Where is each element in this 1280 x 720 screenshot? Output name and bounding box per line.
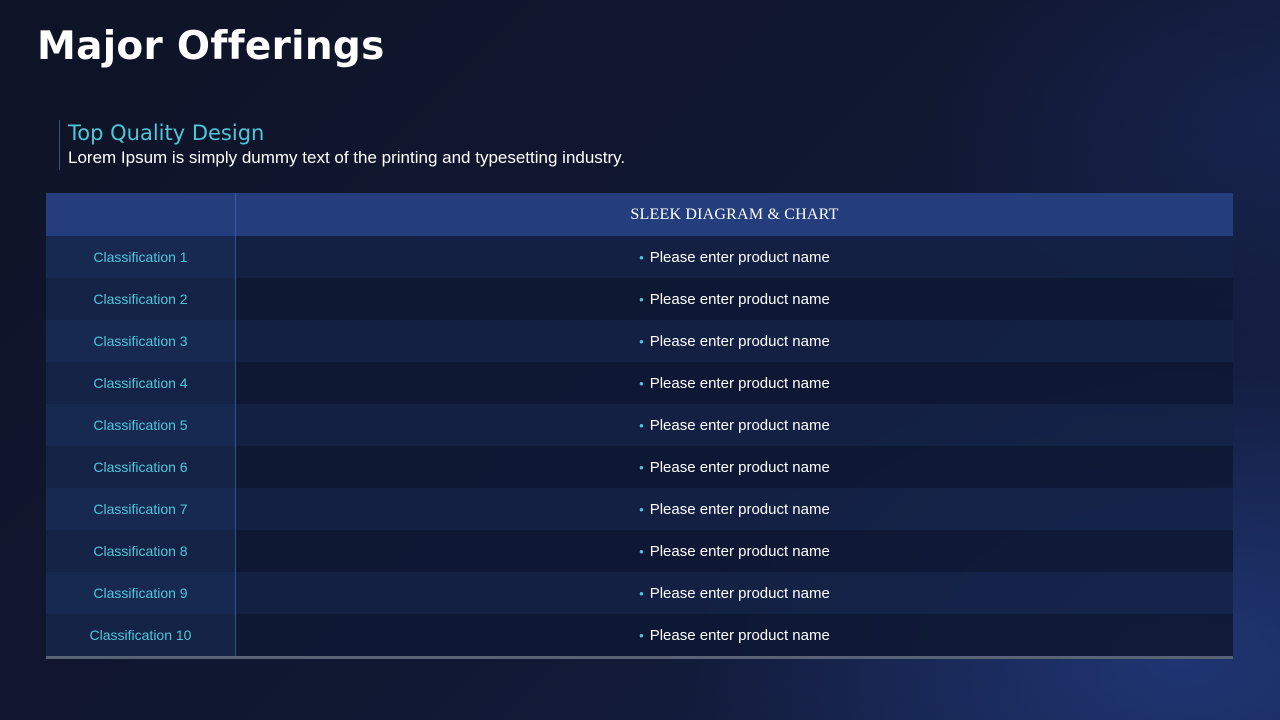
product-cell: • Please enter product name: [235, 488, 1233, 530]
product-name: Please enter product name: [649, 542, 830, 560]
table-header-corner: [46, 193, 236, 236]
classification-cell: Classification 1: [46, 236, 236, 278]
bullet-icon: •: [639, 543, 644, 559]
product-cell: • Please enter product name: [235, 362, 1233, 404]
classification-cell: Classification 10: [46, 614, 236, 658]
bullet-icon: •: [639, 375, 644, 391]
product-cell: • Please enter product name: [235, 278, 1233, 320]
product-name: Please enter product name: [649, 626, 830, 644]
table-row: Classification 10 • Please enter product …: [46, 614, 1233, 658]
classification-cell: Classification 3: [46, 320, 236, 362]
bullet-icon: •: [639, 627, 644, 643]
classification-cell: Classification 4: [46, 362, 236, 404]
table-row: Classification 9 • Please enter product n…: [46, 572, 1233, 614]
table-row: Classification 8 • Please enter product n…: [46, 530, 1233, 572]
table-row: Classification 1 • Please enter product n…: [46, 236, 1233, 278]
classification-cell: Classification 7: [46, 488, 236, 530]
product-cell: • Please enter product name: [235, 446, 1233, 488]
bullet-icon: •: [639, 333, 644, 349]
product-name: Please enter product name: [649, 584, 830, 602]
classification-cell: Classification 5: [46, 404, 236, 446]
product-name: Please enter product name: [649, 416, 830, 434]
bullet-icon: •: [639, 417, 644, 433]
product-name: Please enter product name: [649, 500, 830, 518]
product-cell: • Please enter product name: [235, 614, 1233, 658]
product-name: Please enter product name: [649, 248, 830, 266]
table-row: Classification 2 • Please enter product n…: [46, 278, 1233, 320]
classification-cell: Classification 2: [46, 278, 236, 320]
bullet-icon: •: [639, 249, 644, 265]
product-cell: • Please enter product name: [235, 572, 1233, 614]
product-name: Please enter product name: [649, 458, 830, 476]
table-header-row: SLEEK DIAGRAM & CHART: [46, 193, 1233, 236]
table-row: Classification 5 • Please enter product n…: [46, 404, 1233, 446]
product-cell: • Please enter product name: [235, 320, 1233, 362]
bullet-icon: •: [639, 585, 644, 601]
table-row: Classification 3 • Please enter product n…: [46, 320, 1233, 362]
bullet-icon: •: [639, 459, 644, 475]
subtitle-heading: Top Quality Design: [68, 121, 265, 145]
table-row: Classification 4 • Please enter product n…: [46, 362, 1233, 404]
bullet-icon: •: [639, 501, 644, 517]
bullet-icon: •: [639, 291, 644, 307]
offerings-table: SLEEK DIAGRAM & CHART Classification 1 •…: [46, 193, 1233, 659]
slide-title: Major Offerings: [37, 24, 385, 69]
classification-cell: Classification 9: [46, 572, 236, 614]
classification-cell: Classification 6: [46, 446, 236, 488]
product-name: Please enter product name: [649, 332, 830, 350]
table-row: Classification 6 • Please enter product n…: [46, 446, 1233, 488]
product-cell: • Please enter product name: [235, 236, 1233, 278]
product-name: Please enter product name: [649, 290, 830, 308]
subtitle-block: Top Quality Design Lorem Ipsum is simply…: [59, 120, 625, 170]
table-header-title: SLEEK DIAGRAM & CHART: [235, 193, 1233, 236]
table-row: Classification 7 • Please enter product n…: [46, 488, 1233, 530]
product-name: Please enter product name: [649, 374, 830, 392]
product-cell: • Please enter product name: [235, 404, 1233, 446]
subtitle-text: Lorem Ipsum is simply dummy text of the …: [68, 148, 626, 167]
product-cell: • Please enter product name: [235, 530, 1233, 572]
classification-cell: Classification 8: [46, 530, 236, 572]
